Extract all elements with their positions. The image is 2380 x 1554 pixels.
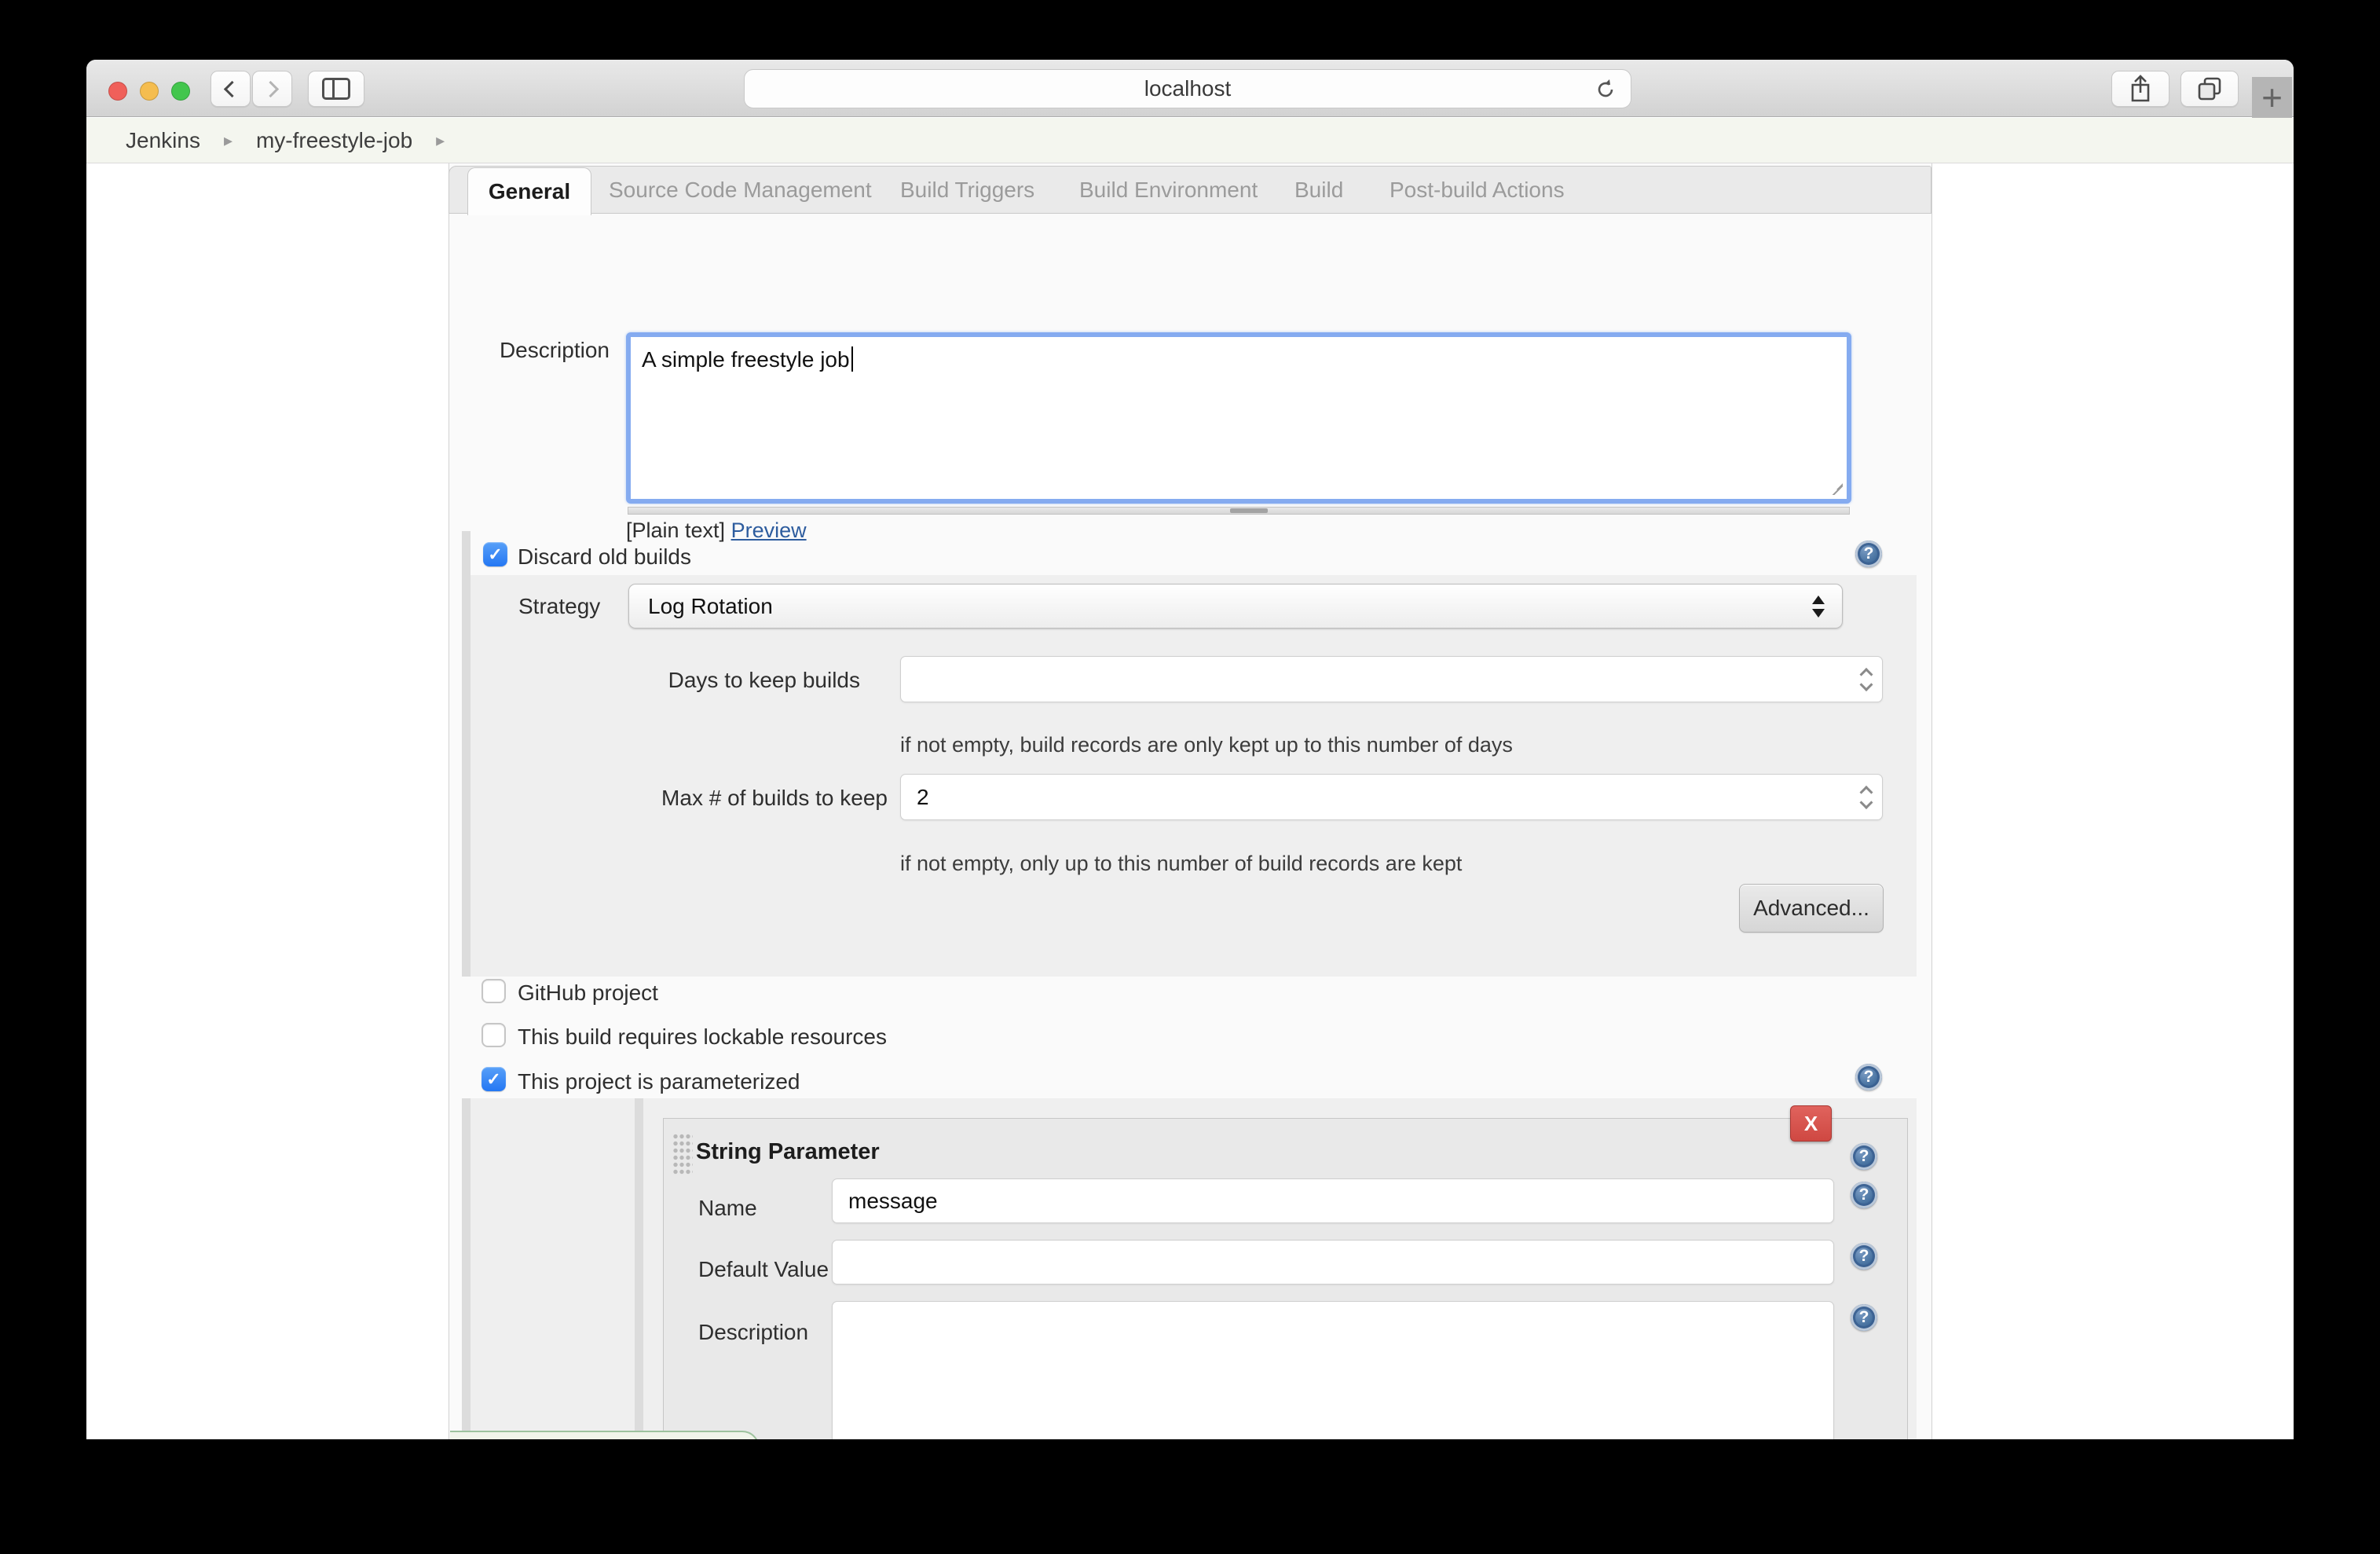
share-icon (2127, 74, 2154, 104)
jenkins-config-page: General Source Code Management Build Tri… (86, 163, 2294, 1439)
tab-general[interactable]: General (467, 167, 591, 215)
lockable-resources-label: This build requires lockable resources (518, 1024, 887, 1050)
nesting-rail (462, 531, 471, 575)
github-project-label: GitHub project (518, 980, 658, 1006)
help-icon[interactable]: ? (1851, 1143, 1877, 1170)
breadcrumb-separator-icon: ▸ (436, 130, 445, 151)
description-label: Description (449, 338, 610, 363)
parameterized-label: This project is parameterized (518, 1069, 800, 1094)
param-name-input[interactable]: message (832, 1178, 1834, 1223)
plain-text-preview-line: [Plain text] Preview (626, 519, 807, 543)
zoom-window-button[interactable] (171, 82, 190, 101)
parameterized-checkbox[interactable]: ✓ (481, 1067, 506, 1091)
days-to-keep-label: Days to keep builds (449, 668, 860, 693)
share-button[interactable] (2111, 71, 2169, 107)
number-stepper-icon[interactable] (1862, 787, 1871, 807)
help-icon[interactable]: ? (1851, 1243, 1877, 1270)
sidebar-toggle-button[interactable] (308, 71, 364, 107)
check-icon: ✓ (488, 544, 502, 565)
reload-icon (1593, 77, 1618, 102)
param-default-label: Default Value (698, 1257, 829, 1282)
resize-handle[interactable] (1230, 508, 1268, 513)
preview-link[interactable]: Preview (731, 519, 807, 542)
safari-window: localhost (86, 60, 2294, 1439)
strategy-value: Log Rotation (648, 594, 773, 619)
discard-old-builds-label: Discard old builds (518, 544, 691, 570)
back-button[interactable] (211, 71, 251, 107)
param-name-value: message (848, 1189, 938, 1214)
tab-build-triggers[interactable]: Build Triggers (900, 178, 1034, 203)
address-bar[interactable]: localhost (744, 69, 1631, 108)
delete-parameter-button[interactable]: X (1790, 1105, 1832, 1142)
screen: localhost (0, 0, 2380, 1554)
discard-old-builds-checkbox[interactable]: ✓ (483, 542, 507, 566)
sidebar-icon (322, 78, 350, 100)
minimize-window-button[interactable] (140, 82, 159, 101)
max-builds-value: 2 (917, 785, 929, 810)
chevron-right-icon (262, 80, 279, 97)
url-text: localhost (1144, 76, 1232, 101)
forward-button[interactable] (252, 71, 292, 107)
nesting-rail (635, 1098, 643, 1439)
new-tab-button[interactable]: + (2252, 77, 2292, 118)
text-caret (851, 346, 853, 372)
tabs-icon (2195, 75, 2224, 103)
drag-handle-icon[interactable] (672, 1133, 693, 1175)
description-textarea[interactable]: A simple freestyle job (626, 332, 1851, 504)
browser-titlebar: localhost (86, 60, 2294, 117)
github-project-checkbox[interactable] (481, 979, 506, 1003)
param-name-label: Name (698, 1196, 757, 1221)
breadcrumb-separator-icon: ▸ (224, 130, 233, 151)
tab-build-environment[interactable]: Build Environment (1079, 178, 1258, 203)
textarea-resize-bar[interactable] (628, 507, 1850, 515)
bottom-action-bar: Save Apply (450, 1431, 760, 1439)
help-icon[interactable]: ? (1851, 1182, 1877, 1208)
param-default-input[interactable] (832, 1240, 1834, 1285)
breadcrumb-job[interactable]: my-freestyle-job (256, 128, 412, 153)
tab-build[interactable]: Build (1294, 178, 1343, 203)
help-icon[interactable]: ? (1855, 1064, 1882, 1090)
tab-source-code-management[interactable]: Source Code Management (609, 178, 872, 203)
plus-icon: + (2261, 76, 2283, 119)
plain-text-label: [Plain text] (626, 519, 725, 542)
close-window-button[interactable] (108, 82, 127, 101)
breadcrumb-jenkins[interactable]: Jenkins (126, 128, 200, 153)
lockable-resources-checkbox[interactable] (481, 1023, 506, 1047)
days-to-keep-help: if not empty, build records are only kep… (900, 733, 1513, 757)
max-builds-input[interactable]: 2 (900, 774, 1883, 820)
strategy-label: Strategy (518, 594, 600, 619)
select-arrows-icon (1812, 596, 1825, 618)
param-description-textarea[interactable] (832, 1301, 1834, 1439)
number-stepper-icon[interactable] (1862, 669, 1871, 689)
tab-post-build-actions[interactable]: Post-build Actions (1390, 178, 1565, 203)
max-builds-label: Max # of builds to keep (449, 786, 888, 811)
resize-grip-icon[interactable] (1829, 481, 1843, 495)
max-builds-help: if not empty, only up to this number of … (900, 852, 1462, 876)
help-icon[interactable]: ? (1851, 1304, 1877, 1331)
reload-button[interactable] (1593, 77, 1618, 102)
advanced-button[interactable]: Advanced... (1739, 884, 1884, 933)
chevron-left-icon (224, 80, 240, 97)
string-parameter-title: String Parameter (696, 1139, 880, 1165)
tab-overview-button[interactable] (2180, 71, 2239, 107)
help-icon[interactable]: ? (1855, 541, 1882, 567)
breadcrumb: Jenkins ▸ my-freestyle-job ▸ (86, 118, 2294, 163)
strategy-select[interactable]: Log Rotation (628, 584, 1843, 629)
param-description-label: Description (698, 1320, 808, 1345)
days-to-keep-input[interactable] (900, 656, 1883, 702)
description-text: A simple freestyle job (642, 347, 850, 372)
check-icon: ✓ (486, 1069, 500, 1090)
